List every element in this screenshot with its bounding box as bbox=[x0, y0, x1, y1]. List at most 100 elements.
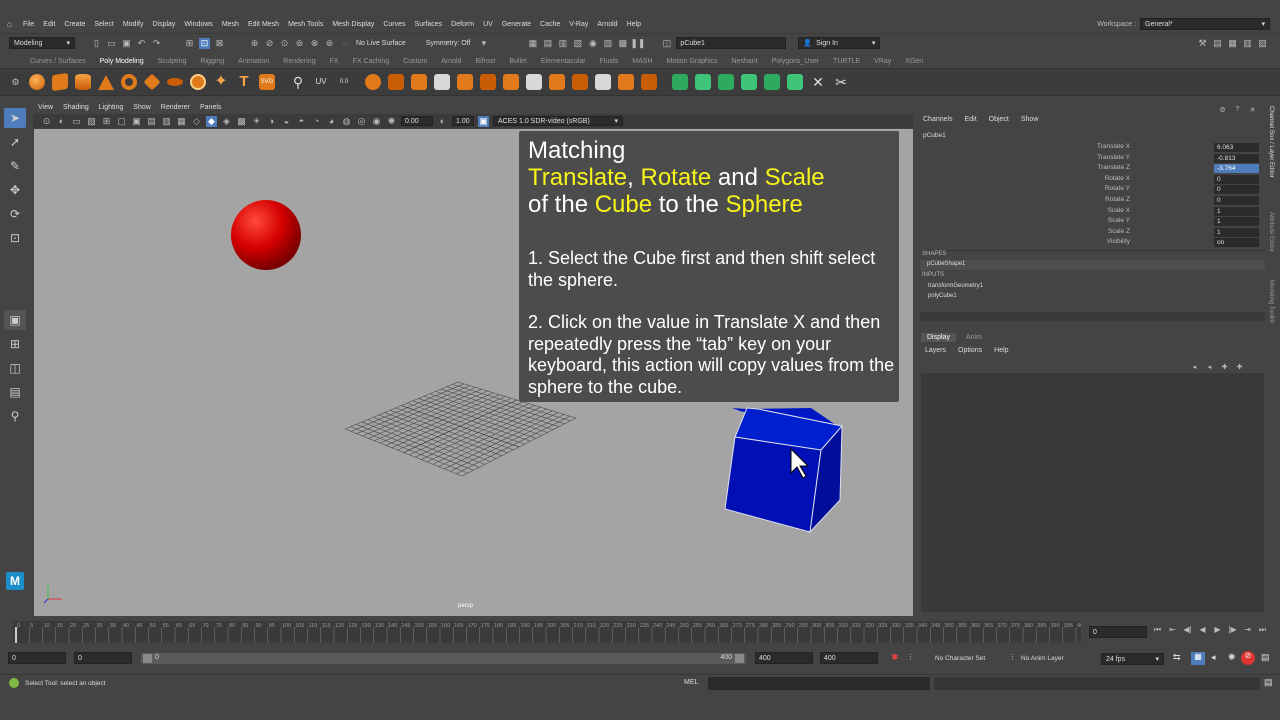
poly-cube-icon[interactable] bbox=[52, 72, 68, 92]
outliner-layout-icon[interactable]: ▤ bbox=[4, 382, 26, 402]
bridge-icon[interactable] bbox=[388, 74, 404, 90]
shelf-tab[interactable]: TURTLE bbox=[833, 58, 860, 65]
anim-prefs-icon[interactable]: ▤ bbox=[1261, 652, 1270, 663]
viewport-menu-item[interactable]: Lighting bbox=[99, 104, 124, 111]
auto-key-icon[interactable]: ✱ bbox=[891, 652, 899, 663]
circularize-icon[interactable] bbox=[764, 74, 780, 90]
shelf-tab[interactable]: Animation bbox=[238, 58, 269, 65]
go-to-start-icon[interactable]: ⏮ bbox=[1152, 624, 1163, 635]
command-input[interactable] bbox=[708, 677, 930, 690]
shelf-tab[interactable]: Neshant bbox=[732, 58, 758, 65]
make-live-icon[interactable]: ⊛ bbox=[324, 38, 335, 49]
channel-box-menu-item[interactable]: Channels bbox=[923, 116, 953, 123]
snap-point-icon[interactable]: ⊙ bbox=[279, 38, 290, 49]
anim-layer-icon[interactable]: ⋮ bbox=[1009, 653, 1016, 661]
menu-item[interactable]: Windows bbox=[184, 21, 212, 28]
menu-item[interactable]: Surfaces bbox=[415, 21, 443, 28]
shelf-tab[interactable]: Poly Modeling bbox=[100, 58, 144, 65]
workspace-dropdown[interactable]: General* ▾ bbox=[1140, 18, 1270, 30]
input-item[interactable]: transformGeometry1 bbox=[928, 283, 983, 289]
symmetry-label[interactable]: Symmetry: Off bbox=[426, 40, 471, 47]
step-forward-frame-icon[interactable]: |▶ bbox=[1227, 624, 1238, 635]
playback-end-field[interactable]: 400 bbox=[755, 652, 813, 664]
menu-item[interactable]: Help bbox=[627, 21, 641, 28]
colorspace-dropdown[interactable]: ACES 1.0 SDR-video (sRGB) ▾ bbox=[493, 116, 623, 126]
mel-label[interactable]: MEL bbox=[684, 679, 698, 686]
modeling-toolkit-icon[interactable]: ⚒ bbox=[1197, 38, 1208, 49]
combine-icon[interactable]: ⚲ bbox=[290, 74, 306, 90]
layer-menu-item[interactable]: Help bbox=[994, 347, 1008, 354]
attribute-value[interactable]: on bbox=[1214, 238, 1259, 248]
range-slider[interactable]: 0 400 bbox=[141, 653, 746, 664]
menu-item[interactable]: Curves bbox=[383, 21, 405, 28]
motion-blur-icon[interactable]: ◓ bbox=[296, 116, 307, 127]
poly-torus-icon[interactable] bbox=[121, 74, 137, 90]
super-shape-icon[interactable]: ✦ bbox=[213, 74, 229, 90]
end-time-field[interactable]: 400 bbox=[820, 652, 878, 664]
select-component-icon[interactable]: ⊠ bbox=[214, 38, 225, 49]
boolean-icon[interactable] bbox=[503, 74, 519, 90]
close-icon[interactable]: ✕ bbox=[1247, 104, 1258, 115]
side-tab-modeling-toolkit[interactable]: Modeling Toolkit bbox=[1268, 280, 1274, 323]
append-icon[interactable] bbox=[434, 74, 450, 90]
search-icon[interactable]: ⚲ bbox=[4, 406, 26, 426]
move-layer-up-icon[interactable]: ◂ bbox=[1189, 361, 1200, 372]
viewport-menu-item[interactable]: Renderer bbox=[161, 104, 190, 111]
gamma-icon[interactable]: ◐ bbox=[437, 116, 448, 127]
record-icon[interactable]: ⊘ bbox=[1241, 651, 1255, 665]
range-start-handle[interactable] bbox=[143, 654, 152, 663]
separate-icon[interactable] bbox=[572, 74, 588, 90]
attribute-value[interactable]: 0 bbox=[1214, 185, 1259, 195]
quadrangulate-icon[interactable] bbox=[618, 74, 634, 90]
attribute-value[interactable]: 0 bbox=[1214, 196, 1259, 205]
menu-item[interactable]: Cache bbox=[540, 21, 560, 28]
poly-sphere-icon[interactable] bbox=[29, 74, 45, 90]
attribute-value[interactable]: 1 bbox=[1214, 217, 1259, 227]
anti-aliasing-icon[interactable]: ◔ bbox=[311, 116, 322, 127]
shelf-tab[interactable]: Sculpting bbox=[158, 58, 187, 65]
wireframe-on-shaded-icon[interactable]: ◈ bbox=[221, 116, 232, 127]
image-plane-icon[interactable]: ▨ bbox=[86, 116, 97, 127]
select-tool-icon[interactable]: ➤ bbox=[4, 108, 26, 128]
attribute-value[interactable]: -0.813 bbox=[1214, 153, 1259, 163]
attribute-value[interactable]: -3.764 bbox=[1214, 164, 1259, 174]
two-view-icon[interactable]: ◫ bbox=[4, 358, 26, 378]
new-layer-icon[interactable]: ✚ bbox=[1219, 361, 1230, 372]
shelf-tab[interactable]: Arnold bbox=[441, 58, 461, 65]
menu-item[interactable]: Arnold bbox=[597, 21, 617, 28]
loop-icon[interactable]: ⇆ bbox=[1173, 652, 1181, 663]
shelf-tab[interactable]: Curves / Surfaces bbox=[30, 58, 86, 65]
redo-icon[interactable]: ↷ bbox=[151, 38, 162, 49]
bookmark-icon[interactable]: ▭ bbox=[71, 116, 82, 127]
smooth-shade-icon[interactable]: ◆ bbox=[206, 115, 217, 127]
bevel-icon[interactable] bbox=[411, 74, 427, 90]
exposure-field[interactable]: 0.00 bbox=[401, 116, 433, 126]
shelf-tab[interactable]: XGen bbox=[905, 58, 923, 65]
playback-start-field[interactable]: 0 bbox=[74, 652, 132, 664]
start-time-field[interactable]: 0 bbox=[8, 652, 66, 664]
menu-item[interactable]: Generate bbox=[502, 21, 531, 28]
open-scene-icon[interactable]: ▭ bbox=[106, 38, 117, 49]
select-object-icon[interactable]: ⊡ bbox=[199, 37, 210, 49]
menu-item[interactable]: Modify bbox=[123, 21, 144, 28]
cube-object[interactable] bbox=[724, 407, 843, 534]
input-item[interactable]: polyCube1 bbox=[928, 293, 957, 299]
textured-icon[interactable]: ▩ bbox=[236, 116, 247, 127]
move-layer-down-icon[interactable]: ◂ bbox=[1204, 361, 1215, 372]
menu-item[interactable]: Edit Mesh bbox=[248, 21, 279, 28]
shadows-icon[interactable]: ◑ bbox=[266, 116, 277, 127]
help-icon[interactable]: ? bbox=[1232, 104, 1243, 115]
attribute-row[interactable]: Scale Z 1 bbox=[917, 227, 1265, 238]
attribute-row[interactable]: Translate X 6.063 bbox=[917, 143, 1265, 153]
film-gate-icon[interactable]: ▢ bbox=[116, 116, 127, 127]
script-editor-icon[interactable]: ▤ bbox=[1264, 677, 1273, 688]
menu-set-dropdown[interactable]: Modeling ▾ bbox=[9, 37, 75, 49]
shelf-tab[interactable]: Bullet bbox=[509, 58, 527, 65]
extrude-icon[interactable] bbox=[365, 74, 381, 90]
paint-select-icon[interactable]: ✎ bbox=[4, 156, 26, 176]
arnold-render-icon[interactable]: ▨ bbox=[602, 38, 613, 49]
isolate-select-icon[interactable]: ◍ bbox=[341, 116, 352, 127]
channel-box-object[interactable]: pCube1 bbox=[923, 132, 946, 139]
viewport-menu-item[interactable]: Panels bbox=[200, 104, 221, 111]
step-back-frame-icon[interactable]: ◀| bbox=[1182, 624, 1193, 635]
